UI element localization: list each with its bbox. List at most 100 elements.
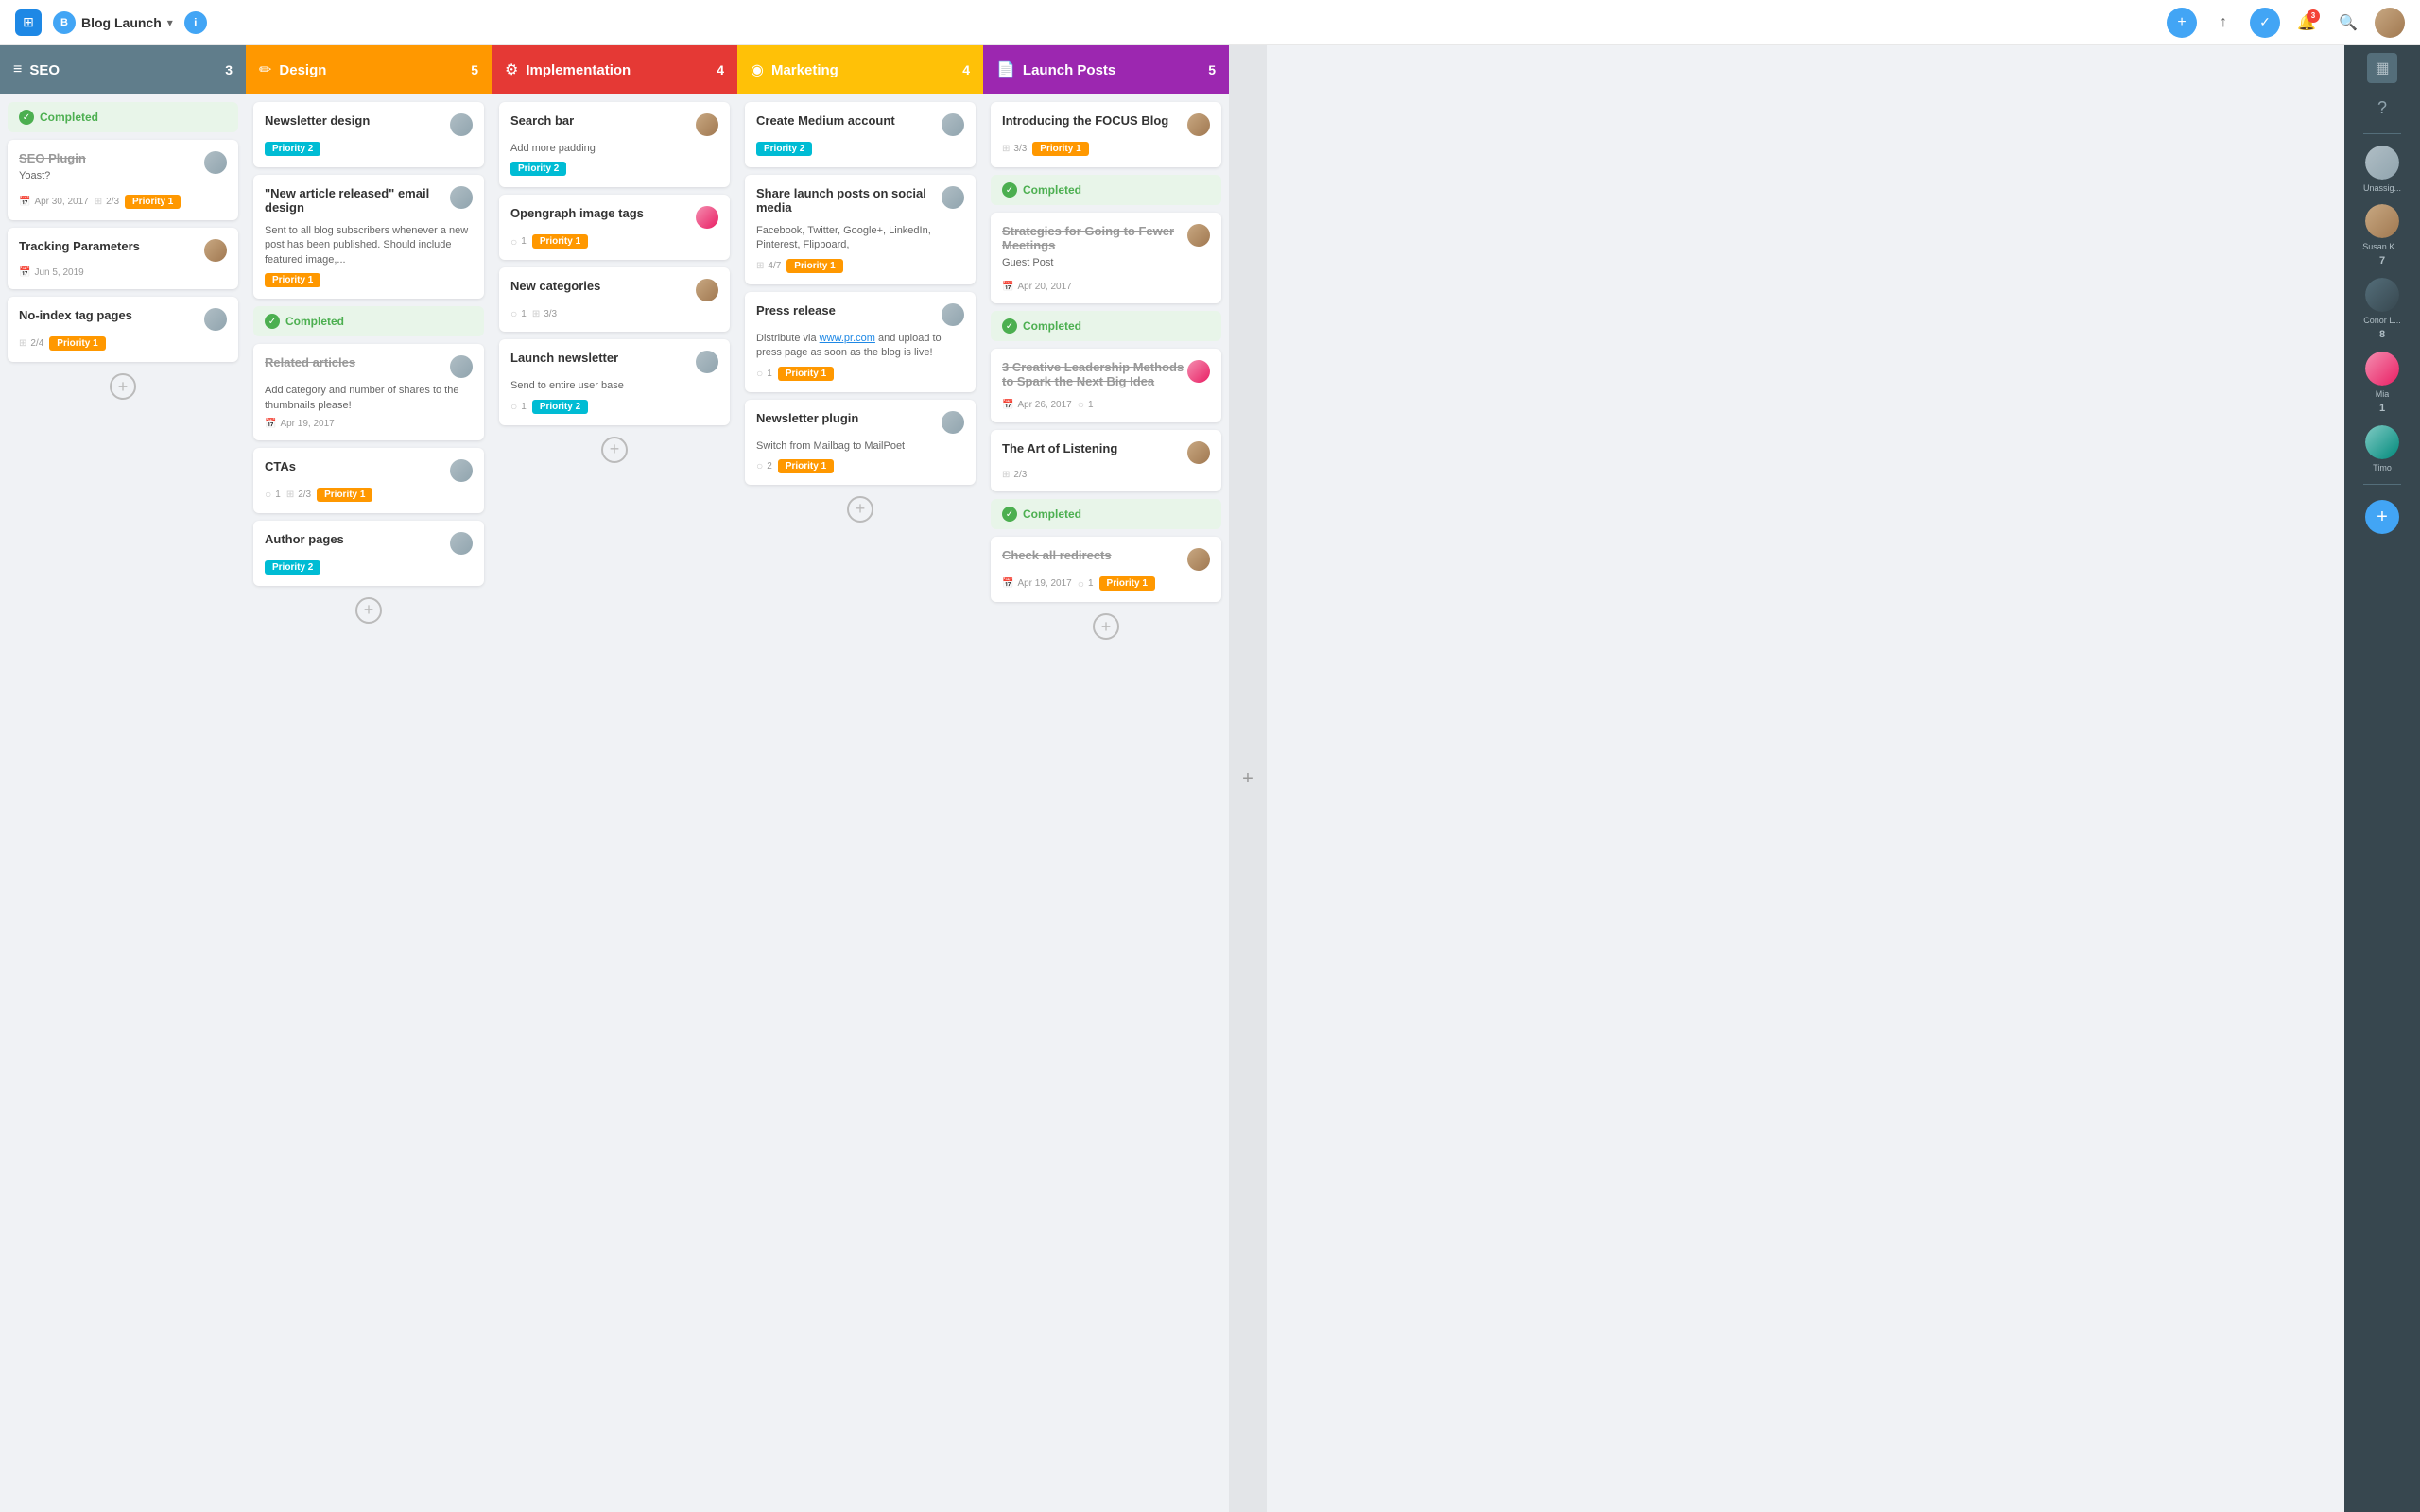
sidebar-user-label: Susan K... [2362, 242, 2402, 251]
chevron-down-icon: ▾ [167, 16, 173, 29]
info-button[interactable]: i [184, 11, 207, 34]
card-launch-newsletter[interactable]: Launch newsletter Send to entire user ba… [499, 339, 730, 424]
seo-cards: ✓ Completed SEO Plugin Yoast? 📅 Apr 30, … [0, 94, 246, 1512]
sidebar-user-timo[interactable]: Timo [2365, 425, 2399, 472]
add-card-button[interactable]: + [847, 496, 873, 523]
card-opengraph[interactable]: Opengraph image tags ○ 1 Priority 1 [499, 195, 730, 260]
sidebar-user-label: Conor L... [2363, 316, 2401, 325]
column-implementation: ⚙ Implementation 4 Search bar Add more p… [492, 45, 737, 1512]
sidebar-user-count: 7 [2379, 255, 2385, 266]
card-desc: Add more padding [510, 142, 718, 156]
avatar [942, 186, 964, 209]
card-title: No-index tag pages [19, 308, 132, 322]
avatar [696, 206, 718, 229]
priority-badge: Priority 2 [265, 142, 320, 156]
card-newsletter-design[interactable]: Newsletter design Priority 2 [253, 102, 484, 167]
card-title: CTAs [265, 459, 296, 473]
card-desc: Sent to all blog subscribers whenever a … [265, 224, 473, 267]
column-header-impl: ⚙ Implementation 4 [492, 45, 737, 94]
card-title: Tracking Parameters [19, 239, 140, 253]
design-count: 5 [471, 62, 478, 77]
completed-check-icon: ✓ [1002, 182, 1017, 198]
card-subtasks: ⊞ 2/3 [1002, 470, 1027, 480]
card-date: 📅 Apr 26, 2017 [1002, 400, 1072, 410]
avatar [2365, 352, 2399, 386]
add-card-button[interactable]: + [355, 597, 382, 624]
card-subtasks: ⊞ 3/3 [1002, 144, 1027, 154]
card-strategies-meetings[interactable]: Strategies for Going to Fewer Meetings G… [991, 213, 1221, 303]
sidebar-user-mia[interactable]: Mia 1 [2365, 352, 2399, 414]
card-newsletter-plugin[interactable]: Newsletter plugin Switch from Mailbag to… [745, 400, 976, 485]
sidebar-user-count: 1 [2379, 403, 2385, 414]
priority-badge: Priority 1 [125, 195, 181, 209]
column-marketing: ◉ Marketing 4 Create Medium account Prio… [737, 45, 983, 1512]
card-author-pages[interactable]: Author pages Priority 2 [253, 521, 484, 586]
card-new-categories[interactable]: New categories ○ 1 ⊞ 3/3 [499, 267, 730, 332]
card-comments: ○ 1 [265, 488, 281, 501]
design-icon: ✏ [259, 60, 271, 79]
card-no-index[interactable]: No-index tag pages ⊞ 2/4 Priority 1 [8, 297, 238, 362]
sidebar-user-susan[interactable]: Susan K... 7 [2362, 204, 2402, 266]
card-art-of-listening[interactable]: The Art of Listening ⊞ 2/3 [991, 430, 1221, 491]
card-subtitle: Guest Post [1002, 256, 1187, 270]
search-button[interactable]: 🔍 [2333, 8, 2363, 38]
launch-count: 5 [1208, 62, 1216, 77]
priority-badge: Priority 2 [510, 162, 566, 176]
home-button[interactable]: ⊞ [15, 9, 42, 36]
sidebar-user-conor[interactable]: Conor L... 8 [2363, 278, 2401, 340]
card-new-article-email[interactable]: "New article released" email design Sent… [253, 175, 484, 299]
card-date: 📅 Apr 20, 2017 [1002, 282, 1072, 292]
card-press-release[interactable]: Press release Distribute via www.pr.com … [745, 292, 976, 392]
check-button[interactable]: ✓ [2250, 8, 2280, 38]
card-ctas[interactable]: CTAs ○ 1 ⊞ 2/3 Priority 1 [253, 448, 484, 513]
card-comments: ○ 1 [510, 307, 527, 320]
sidebar-user-unassigned[interactable]: Unassig... [2363, 146, 2401, 193]
card-title: 3 Creative Leadership Methods to Spark t… [1002, 360, 1187, 388]
card-check-redirects[interactable]: Check all redirects 📅 Apr 19, 2017 ○ 1 P… [991, 537, 1221, 602]
card-comments: ○ 1 [510, 400, 527, 413]
completed-section-seo: ✓ Completed [8, 102, 238, 132]
card-search-bar[interactable]: Search bar Add more padding Priority 2 [499, 102, 730, 187]
card-title: Check all redirects [1002, 548, 1112, 562]
card-create-medium[interactable]: Create Medium account Priority 2 [745, 102, 976, 167]
card-desc: Send to entire user base [510, 379, 718, 393]
card-related-articles[interactable]: Related articles Add category and number… [253, 344, 484, 440]
card-introducing-focus[interactable]: Introducing the FOCUS Blog ⊞ 3/3 Priorit… [991, 102, 1221, 167]
upload-button[interactable]: ↑ [2208, 8, 2238, 38]
completed-label: Completed [1023, 183, 1081, 197]
card-title: Newsletter plugin [756, 411, 858, 425]
avatar [1187, 113, 1210, 136]
avatar [204, 239, 227, 262]
card-comments: ○ 1 [756, 367, 772, 380]
card-share-launch[interactable]: Share launch posts on social media Faceb… [745, 175, 976, 284]
sidebar-user-count: 8 [2379, 329, 2385, 340]
card-tracking[interactable]: Tracking Parameters 📅 Jun 5, 2019 [8, 228, 238, 289]
completed-section-launch1: ✓ Completed [991, 175, 1221, 205]
card-desc: Distribute via www.pr.com and upload to … [756, 332, 964, 361]
sidebar-panel-toggle[interactable]: ▦ [2367, 53, 2397, 83]
add-user-button[interactable]: + [2365, 500, 2399, 534]
priority-badge: Priority 2 [265, 560, 320, 575]
card-title: Launch newsletter [510, 351, 618, 365]
avatar [2365, 278, 2399, 312]
question-icon[interactable]: ? [2374, 94, 2391, 122]
add-button[interactable]: + [2167, 8, 2197, 38]
top-navigation: ⊞ B Blog Launch ▾ i + ↑ ✓ 🔔 3 🔍 [0, 0, 2420, 45]
column-launch-posts: 📄 Launch Posts 5 Introducing the FOCUS B… [983, 45, 1229, 1512]
completed-section-design: ✓ Completed [253, 306, 484, 336]
user-avatar[interactable] [2375, 8, 2405, 38]
card-creative-leadership[interactable]: 3 Creative Leadership Methods to Spark t… [991, 349, 1221, 422]
card-seo-plugin[interactable]: SEO Plugin Yoast? 📅 Apr 30, 2017 ⊞ 2/3 P… [8, 140, 238, 220]
card-title: Related articles [265, 355, 355, 369]
add-card-button[interactable]: + [110, 373, 136, 400]
add-card-button[interactable]: + [1093, 613, 1119, 640]
add-column-button[interactable]: + [1229, 45, 1267, 1512]
notification-bell[interactable]: 🔔 3 [2291, 8, 2322, 38]
priority-badge: Priority 2 [532, 400, 588, 414]
launch-icon: 📄 [996, 60, 1015, 79]
design-cards: Newsletter design Priority 2 "New articl… [246, 94, 492, 1512]
project-selector[interactable]: B Blog Launch ▾ [53, 11, 173, 34]
priority-badge: Priority 1 [778, 367, 834, 381]
add-card-button[interactable]: + [601, 437, 628, 463]
card-desc: Add category and number of shares to the… [265, 384, 473, 413]
